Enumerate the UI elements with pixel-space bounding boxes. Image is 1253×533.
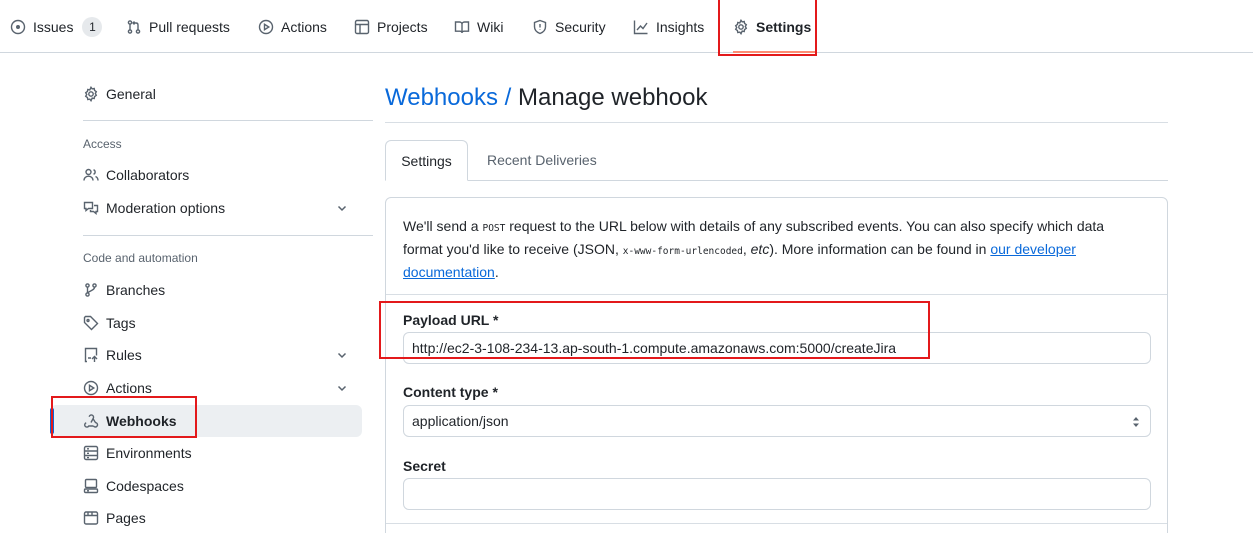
content-type-value: application/json [412, 413, 509, 429]
breadcrumb-webhooks-link[interactable]: Webhooks [385, 84, 498, 111]
tab-issues-label: Issues [33, 18, 74, 35]
git-branch-icon [85, 283, 97, 297]
webhook-tabs: Settings Recent Deliveries [385, 140, 1168, 181]
sidebar-item-label: Actions [106, 380, 152, 396]
tab-insights[interactable]: Insights [633, 0, 704, 53]
tab-webhook-settings[interactable]: Settings [385, 140, 468, 181]
tab-security[interactable]: Security [532, 0, 606, 53]
sidebar-item-label: Environments [106, 445, 192, 461]
tab-projects[interactable]: Projects [354, 0, 428, 53]
sidebar-item-label: Collaborators [106, 167, 190, 183]
sidebar-item-label: Pages [106, 510, 146, 526]
people-icon [83, 168, 99, 181]
webhook-icon [84, 414, 99, 428]
webhook-form-panel: We'll send a POST request to the URL bel… [385, 197, 1168, 533]
payload-url-label: Payload URL * [403, 312, 499, 328]
sidebar-item-pages[interactable]: Pages [50, 502, 362, 533]
webhook-intro-text: We'll send a POST request to the URL bel… [403, 216, 1143, 283]
play-icon [83, 380, 99, 396]
intro-post-code: POST [482, 223, 506, 234]
sidebar-item-label: Codespaces [106, 478, 184, 494]
breadcrumb-separator: / [497, 84, 518, 111]
pull-request-icon [127, 19, 141, 34]
table-icon [354, 19, 370, 34]
sidebar-item-branches[interactable]: Branches [50, 274, 362, 306]
codespaces-icon [83, 478, 99, 494]
tab-actions[interactable]: Actions [258, 0, 327, 53]
browser-icon [83, 511, 99, 525]
content-type-label: Content type * [403, 384, 498, 400]
chevron-down-icon [337, 352, 347, 359]
tab-wiki-label: Wiki [477, 18, 504, 35]
sidebar-item-label: Moderation options [106, 200, 226, 216]
book-icon [454, 20, 470, 33]
shield-icon [533, 19, 547, 34]
sidebar-item-label: Branches [106, 282, 166, 298]
active-indicator [50, 408, 54, 434]
tab-security-label: Security [555, 18, 606, 35]
graph-icon [633, 20, 648, 34]
repo-push-icon [84, 347, 98, 363]
issue-icon [10, 19, 26, 34]
tag-icon [83, 315, 99, 331]
sidebar-item-environments[interactable]: Environments [50, 437, 362, 469]
sidebar-item-general[interactable]: General [50, 78, 362, 110]
repo-nav: Issues 1 Pull requests Actions Projects … [0, 0, 1253, 53]
sidebar-item-moderation[interactable]: Moderation options [50, 192, 362, 224]
tab-settings[interactable]: Settings [733, 0, 818, 53]
sidebar-item-tags[interactable]: Tags [50, 307, 362, 339]
tab-actions-label: Actions [281, 18, 327, 35]
intro-text: . [494, 264, 499, 280]
gear-icon [734, 18, 748, 35]
sidebar-item-collaborators[interactable]: Collaborators [50, 159, 362, 191]
sidebar-item-label: Webhooks [106, 413, 177, 429]
intro-etc: etc [750, 241, 770, 257]
tab-issues[interactable]: Issues 1 [10, 0, 103, 53]
sidebar-item-label: Rules [106, 347, 142, 363]
sidebar-divider [83, 235, 373, 236]
sidebar-item-rules[interactable]: Rules [50, 339, 362, 371]
page-title: Webhooks / Manage webhook [385, 84, 707, 112]
intro-text: ). More information can be found in [769, 241, 991, 257]
panel-divider [386, 294, 1167, 295]
panel-divider [386, 523, 1167, 524]
intro-text: We'll send a [403, 218, 483, 234]
tab-pull-requests[interactable]: Pull requests [126, 0, 230, 53]
sidebar-item-actions[interactable]: Actions [50, 372, 362, 404]
tab-recent-deliveries[interactable]: Recent Deliveries [487, 140, 597, 181]
title-divider [385, 122, 1168, 123]
secret-label: Secret [403, 458, 446, 474]
server-icon [83, 445, 99, 461]
sidebar-divider [83, 120, 373, 121]
sidebar-item-codespaces[interactable]: Codespaces [50, 470, 362, 502]
sidebar-heading-access: Access [83, 137, 122, 151]
gear-icon [84, 86, 98, 102]
chevron-down-icon [337, 205, 347, 212]
page-title-text: Manage webhook [517, 84, 708, 111]
tab-settings-label: Settings [756, 18, 812, 35]
issues-count-badge: 1 [82, 16, 103, 37]
sidebar-item-webhooks[interactable]: Webhooks [50, 405, 362, 437]
tab-pull-requests-label: Pull requests [149, 18, 230, 35]
intro-urlencoded-code: x-www-form-urlencoded [622, 246, 743, 257]
tab-projects-label: Projects [377, 18, 428, 35]
sidebar-heading-code-automation: Code and automation [83, 251, 198, 265]
chevron-down-icon [337, 385, 347, 392]
content-type-select[interactable]: application/json [403, 405, 1151, 437]
play-icon [258, 19, 274, 34]
tab-wiki[interactable]: Wiki [454, 0, 503, 53]
intro-text: , [742, 241, 751, 257]
secret-input[interactable] [403, 478, 1151, 510]
tab-insights-label: Insights [656, 18, 705, 35]
sidebar-item-label: General [106, 86, 156, 102]
select-arrows-icon [1133, 417, 1139, 427]
sidebar-item-label: Tags [106, 315, 136, 331]
payload-url-input[interactable]: http://ec2-3-108-234-13.ap-south-1.compu… [403, 332, 1151, 364]
comment-discussion-icon [83, 201, 99, 215]
